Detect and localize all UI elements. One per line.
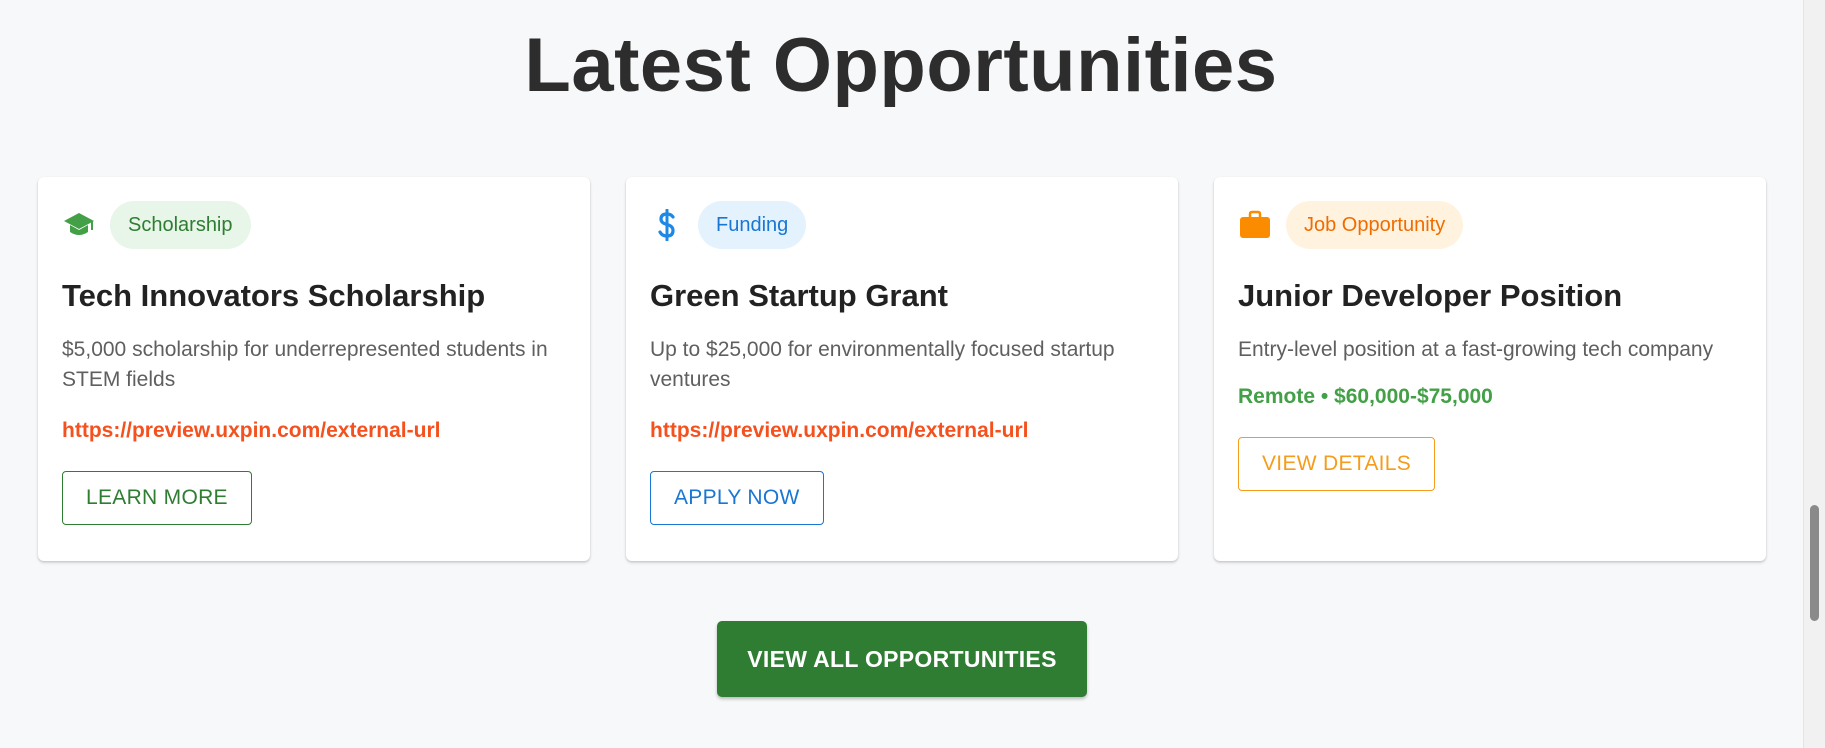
card-header: Funding bbox=[650, 201, 1154, 249]
dollar-sign-icon bbox=[650, 208, 684, 242]
opportunities-section: Latest Opportunities Scholarship Tech In… bbox=[0, 0, 1825, 748]
briefcase-icon bbox=[1238, 208, 1272, 242]
opportunity-card-job: Job Opportunity Junior Developer Positio… bbox=[1214, 177, 1766, 561]
card-header: Scholarship bbox=[62, 201, 566, 249]
category-chip: Scholarship bbox=[110, 201, 251, 249]
job-meta: Remote • $60,000-$75,000 bbox=[1238, 385, 1493, 408]
opportunity-card-scholarship: Scholarship Tech Innovators Scholarship … bbox=[38, 177, 590, 561]
page-scrollbar[interactable] bbox=[1803, 0, 1825, 748]
external-link[interactable]: https://preview.uxpin.com/external-url bbox=[62, 419, 566, 443]
view-all-opportunities-button[interactable]: VIEW ALL OPPORTUNITIES bbox=[717, 621, 1087, 697]
category-chip: Job Opportunity bbox=[1286, 201, 1464, 249]
card-header: Job Opportunity bbox=[1238, 201, 1742, 249]
graduation-cap-icon bbox=[62, 208, 96, 242]
opportunity-cards: Scholarship Tech Innovators Scholarship … bbox=[38, 177, 1766, 561]
card-description: Up to $25,000 for environmentally focuse… bbox=[650, 338, 1115, 391]
card-description: $5,000 scholarship for underrepresented … bbox=[62, 338, 548, 391]
scrollbar-thumb[interactable] bbox=[1810, 505, 1819, 621]
card-title: Junior Developer Position bbox=[1238, 278, 1623, 313]
section-title: Latest Opportunities bbox=[524, 23, 1278, 108]
opportunity-card-funding: Funding Green Startup Grant Up to $25,00… bbox=[626, 177, 1178, 561]
card-title: Tech Innovators Scholarship bbox=[62, 278, 486, 313]
card-description: Entry-level position at a fast-growing t… bbox=[1238, 338, 1714, 361]
category-chip: Funding bbox=[698, 201, 807, 249]
learn-more-button[interactable]: LEARN MORE bbox=[62, 471, 252, 525]
external-link[interactable]: https://preview.uxpin.com/external-url bbox=[650, 419, 1154, 443]
apply-now-button[interactable]: APPLY NOW bbox=[650, 471, 824, 525]
view-details-button[interactable]: VIEW DETAILS bbox=[1238, 437, 1436, 491]
card-title: Green Startup Grant bbox=[650, 278, 948, 313]
